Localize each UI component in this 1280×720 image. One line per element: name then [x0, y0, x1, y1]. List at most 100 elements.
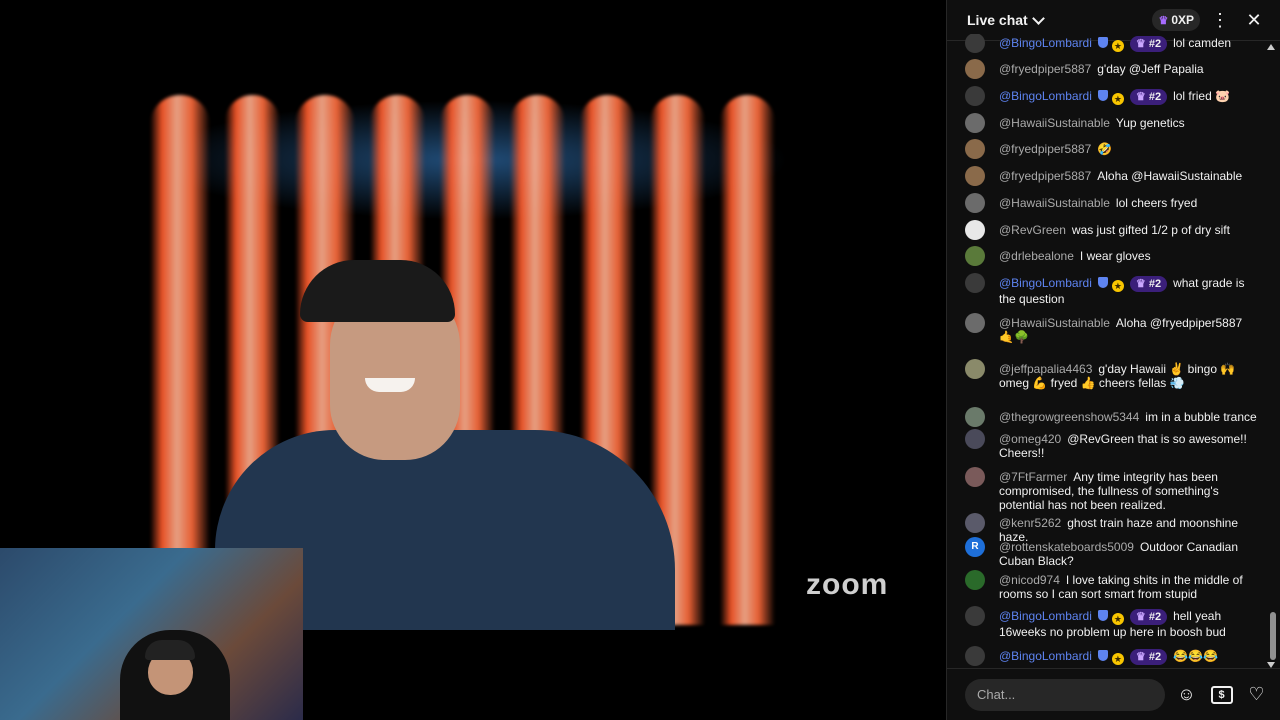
avatar[interactable]	[965, 407, 985, 427]
moderator-badge-icon	[1097, 650, 1108, 661]
chat-message: @fryedpiper5887 g'day @Jeff Papalia	[947, 59, 1266, 79]
chat-message-body: @7FtFarmer Any time integrity has been co…	[999, 470, 1258, 512]
member-badge-icon: ★	[1111, 613, 1124, 625]
chat-author[interactable]: @BingoLombardi	[999, 36, 1092, 50]
avatar[interactable]	[965, 246, 985, 266]
chat-author[interactable]: @jeffpapalia4463	[999, 362, 1092, 376]
chat-message: @omeg420 @RevGreen that is so awesome!! C…	[947, 429, 1266, 460]
avatar[interactable]	[965, 467, 985, 487]
moderator-badge-icon	[1097, 610, 1108, 621]
scroll-up-arrow[interactable]	[1267, 44, 1275, 50]
avatar[interactable]	[965, 220, 985, 240]
avatar[interactable]	[965, 86, 985, 106]
chat-message: @drlebealone I wear gloves	[947, 246, 1266, 266]
chat-message: @fryedpiper5887 🤣	[947, 139, 1266, 159]
chat-message-body: @BingoLombardi ★ ♛ #2 lol camden	[999, 36, 1258, 53]
rank-badge: ♛ #2	[1129, 276, 1168, 292]
avatar[interactable]	[965, 359, 985, 379]
chat-author[interactable]: @omeg420	[999, 432, 1061, 446]
avatar[interactable]	[965, 193, 985, 213]
chat-message-text: lol fried 🐷	[1173, 89, 1231, 103]
video-player[interactable]: zoom	[0, 0, 946, 720]
super-chat-icon[interactable]: $	[1208, 679, 1235, 711]
chat-message: @thegrowgreenshow5344 im in a bubble tran…	[947, 407, 1266, 427]
more-options-icon[interactable]: ⋮	[1206, 6, 1234, 34]
avatar[interactable]	[965, 606, 985, 626]
rank-label: #2	[1148, 611, 1162, 623]
chat-author[interactable]: @7FtFarmer	[999, 470, 1067, 484]
avatar[interactable]	[965, 139, 985, 159]
chat-message-body: @thegrowgreenshow5344 im in a bubble tran…	[999, 410, 1258, 427]
avatar[interactable]	[965, 513, 985, 533]
avatar[interactable]	[965, 313, 985, 333]
crown-icon: ♛	[1135, 611, 1149, 623]
chat-message-text: lol cheers fryed	[1115, 196, 1198, 210]
chat-author[interactable]: @thegrowgreenshow5344	[999, 410, 1139, 424]
chat-author[interactable]: @HawaiiSustainable	[999, 116, 1110, 130]
rank-badge: ♛ #2	[1129, 89, 1168, 105]
chat-message-body: @BingoLombardi ★ ♛ #2 😂😂😂	[999, 649, 1258, 666]
chat-message-body: @fryedpiper5887 Aloha @HawaiiSustainable	[999, 169, 1258, 186]
rank-badge: ♛ #2	[1129, 36, 1168, 52]
chat-message-body: @omeg420 @RevGreen that is so awesome!! C…	[999, 432, 1258, 460]
chat-message: @HawaiiSustainable Yup genetics	[947, 113, 1266, 133]
chat-author[interactable]: @HawaiiSustainable	[999, 196, 1110, 210]
presenter-smile	[365, 378, 415, 392]
chat-author[interactable]: @fryedpiper5887	[999, 169, 1091, 183]
member-badge-icon: ★	[1111, 40, 1124, 52]
chat-message-body: @BingoLombardi ★ ♛ #2 lol fried 🐷	[999, 89, 1258, 106]
chat-message-body: @HawaiiSustainable Aloha @fryedpiper5887 …	[999, 316, 1258, 344]
crown-icon: ♛	[1135, 91, 1149, 103]
avatar[interactable]	[965, 646, 985, 666]
rank-label: #2	[1148, 651, 1162, 663]
chat-author[interactable]: @fryedpiper5887	[999, 142, 1091, 156]
chat-author[interactable]: @HawaiiSustainable	[999, 316, 1110, 330]
chat-message: @7FtFarmer Any time integrity has been co…	[947, 467, 1266, 512]
chat-message: R @rottenskateboards5009 Outdoor Canadian …	[947, 537, 1266, 568]
chat-input[interactable]	[965, 678, 1165, 711]
chat-author[interactable]: @BingoLombardi	[999, 276, 1092, 290]
chat-author[interactable]: @drlebealone	[999, 249, 1074, 263]
chat-author[interactable]: @fryedpiper5887	[999, 62, 1091, 76]
chat-message-list[interactable]: @BingoLombardi ★ ♛ #2 lol camden @fryedpiper…	[947, 34, 1266, 670]
avatar[interactable]	[965, 59, 985, 79]
avatar[interactable]	[965, 113, 985, 133]
chat-message-text: g'day @Jeff Papalia	[1097, 62, 1204, 76]
member-badge-icon: ★	[1111, 653, 1124, 665]
chat-message-body: @drlebealone I wear gloves	[999, 249, 1258, 266]
chat-mode-dropdown[interactable]: Live chat	[967, 11, 1045, 28]
crown-icon: ♛	[1135, 651, 1149, 663]
avatar[interactable]	[965, 570, 985, 590]
avatar[interactable]	[965, 273, 985, 293]
rank-label: #2	[1148, 38, 1162, 50]
avatar[interactable]: R	[965, 537, 985, 557]
live-chat-panel: Live chat ♛ 0XP ⋮ ✕ @BingoLombardi ★ ♛ #2 l…	[946, 0, 1280, 720]
member-badge-icon: ★	[1111, 280, 1124, 292]
chevron-down-icon	[1031, 11, 1045, 25]
chat-message-body: @RevGreen was just gifted 1/2 p of dry si…	[999, 223, 1258, 240]
chat-message: @jeffpapalia4463 g'day Hawaii ✌️ bingo 🙌 …	[947, 359, 1266, 390]
heart-icon[interactable]: ♡	[1243, 679, 1270, 711]
scrollbar-thumb[interactable]	[1270, 612, 1276, 660]
moderator-badge-icon	[1097, 37, 1108, 48]
chat-message-body: @HawaiiSustainable Yup genetics	[999, 116, 1258, 133]
chat-message-body: @fryedpiper5887 🤣	[999, 142, 1258, 159]
avatar[interactable]	[965, 429, 985, 449]
avatar[interactable]	[965, 34, 985, 53]
close-icon[interactable]: ✕	[1240, 6, 1268, 34]
chat-author[interactable]: @RevGreen	[999, 223, 1066, 237]
chat-author[interactable]: @BingoLombardi	[999, 609, 1092, 623]
chat-author[interactable]: @rottenskateboards5009	[999, 540, 1134, 554]
emoji-icon[interactable]: ☺	[1173, 679, 1200, 711]
chat-author[interactable]: @BingoLombardi	[999, 89, 1092, 103]
chat-author[interactable]: @BingoLombardi	[999, 649, 1092, 663]
presenter-cap	[300, 260, 455, 322]
xp-badge[interactable]: ♛ 0XP	[1152, 9, 1200, 31]
chat-author[interactable]: @nicod974	[999, 573, 1060, 587]
avatar[interactable]	[965, 166, 985, 186]
chat-message-body: @nicod974 I love taking shits in the midd…	[999, 573, 1258, 601]
chat-author[interactable]: @kenr5262	[999, 516, 1061, 530]
chat-message-text: 😂😂😂	[1173, 649, 1218, 663]
rank-badge: ♛ #2	[1129, 649, 1168, 665]
crown-icon: ♛	[1158, 14, 1169, 27]
